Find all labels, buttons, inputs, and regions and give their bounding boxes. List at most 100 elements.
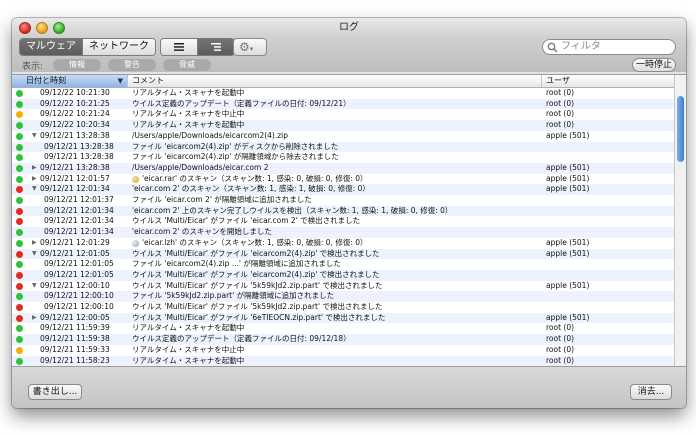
status-green-icon — [16, 143, 23, 151]
cell-comment: リアルタイム・スキャナを中止中 — [132, 344, 245, 354]
cell-time: 09/12/21 12:01:57 — [40, 173, 110, 183]
tree-list-button[interactable] — [197, 39, 234, 55]
status-red-icon — [16, 271, 23, 279]
table-row[interactable]: ▼ 09/12/21 12:01:34 'eicar.com 2' のスキャン（スキ… — [12, 184, 674, 195]
cell-user: root (0) — [546, 323, 575, 333]
cell-time: 09/12/21 13:28:38 — [40, 162, 110, 172]
cell-user: root (0) — [546, 109, 575, 119]
cell-time: 09/12/21 12:00:05 — [40, 312, 110, 322]
log-table: 日付と時刻 ▼ コメント ユーザ 09/12/22 10:21:30 リアルタイム… — [12, 74, 686, 367]
table-row[interactable]: 09/12/22 10:20:34 リアルタイム・スキャナを起動中 root (0) — [12, 120, 674, 131]
disclosure-open-icon[interactable]: ▼ — [32, 184, 37, 195]
disclosure-closed-icon[interactable]: ▶ — [32, 174, 37, 185]
cell-time: 09/12/22 10:21:24 — [40, 109, 110, 119]
cell-time: 09/12/21 12:01:37 — [44, 195, 114, 204]
filter-info-button[interactable]: 情報 — [53, 59, 101, 71]
status-red-icon — [16, 304, 23, 311]
column-header-comment[interactable]: コメント — [128, 75, 542, 87]
cell-user: root (0) — [546, 334, 575, 344]
close-window-button[interactable] — [19, 22, 31, 34]
cell-time: 09/12/21 12:01:34 — [44, 227, 114, 237]
cell-comment: リアルタイム・スキャナを起動中 — [132, 88, 245, 97]
table-row[interactable]: 09/12/21 12:01:05 ファイル 'eicarcom2(4).zip … — [12, 259, 674, 270]
disclosure-closed-icon[interactable]: ▶ — [32, 313, 37, 324]
bottom-bar: 書き出し... 消去... — [12, 366, 686, 408]
cell-user: apple (501) — [546, 237, 590, 247]
view-segmented-control: マルウェア ネットワーク — [19, 38, 156, 56]
column-header-user[interactable]: ユーザ — [542, 75, 674, 87]
table-row[interactable]: 09/12/21 12:01:34 'eicar.com 2' のスキャンを開始し… — [12, 227, 674, 238]
column-label-time: 日付と時刻 — [26, 76, 66, 85]
filter-warning-button[interactable]: 警告 — [108, 59, 156, 71]
status-red-icon — [16, 218, 23, 226]
table-row[interactable]: ▼ 09/12/21 12:01:05 ウイルス 'Multi/Eicar' がファ… — [12, 248, 674, 260]
cell-comment: 'eicar.lzh' のスキャン（スキャン数: 1, 感染: 0, 破損: 0… — [142, 237, 368, 247]
table-row[interactable]: ▼ 09/12/21 13:28:38/Users/apple/Downloads… — [12, 131, 674, 142]
cell-comment: /Users/apple/Downloads/eicarcom2(4).zip — [132, 130, 289, 140]
title-bar: ログ — [12, 18, 686, 38]
table-row[interactable]: ▶ 09/12/21 12:01:57 'eicar.rar' のスキャン（スキャン… — [12, 174, 674, 185]
action-menu-button[interactable]: ⚙▾ — [233, 38, 267, 56]
filter-threat-button[interactable]: 脅威 — [163, 59, 211, 71]
status-green-icon — [16, 154, 23, 162]
list-mode-segmented-control — [160, 38, 235, 56]
table-row[interactable]: 09/12/21 12:00:10 ファイル '5k59kJd2.zip.part… — [12, 291, 674, 302]
status-green-icon — [16, 90, 23, 97]
scrollbar-thumb[interactable] — [677, 96, 684, 162]
cell-comment: ファイル 'eicarcom2(4).zip' が隔離領域から除去されました — [132, 152, 339, 162]
cell-time: 09/12/22 10:20:34 — [40, 120, 110, 130]
export-button[interactable]: 書き出し... — [28, 384, 82, 400]
cell-user: apple (501) — [546, 248, 590, 258]
cell-time: 09/12/21 13:28:38 — [44, 152, 114, 162]
clear-button[interactable]: 消去... — [630, 384, 672, 400]
table-row[interactable]: 09/12/21 12:01:37 ファイル 'eicar.com 2' が隔離領… — [12, 195, 674, 206]
filter-bar: 表示: 情報 警告 脅威 一時停止 — [12, 58, 686, 73]
cell-time: 09/12/21 12:01:34 — [40, 184, 110, 194]
cell-time: 09/12/21 12:01:29 — [40, 237, 110, 247]
cell-comment: 'eicar.com 2' のスキャンを開始しました — [132, 227, 272, 237]
table-row[interactable]: ▶ 09/12/21 12:01:29 'eicar.lzh' のスキャン（スキャン… — [12, 238, 674, 249]
disclosure-closed-icon[interactable]: ▶ — [32, 238, 37, 249]
column-header-time[interactable]: 日付と時刻 ▼ — [12, 75, 128, 87]
cell-comment: ファイル '5k59kJd2.zip.part' が隔離領域に追加されました — [132, 291, 335, 301]
cell-user: apple (501) — [546, 312, 590, 322]
list-icon — [174, 43, 184, 51]
disclosure-open-icon[interactable]: ▼ — [32, 131, 37, 142]
cell-time: 09/12/21 12:01:34 — [44, 205, 114, 215]
disclosure-open-icon[interactable]: ▼ — [32, 281, 37, 292]
cell-time: 09/12/21 11:59:39 — [40, 323, 110, 333]
status-green-icon — [16, 239, 23, 247]
table-row[interactable]: 09/12/21 11:59:33 リアルタイム・スキャナを中止中 root (0) — [12, 345, 674, 356]
table-row[interactable]: 09/12/21 12:00:10 ウイルス 'Multi/Eicar' がファイ… — [12, 302, 674, 313]
table-row[interactable]: 09/12/21 13:28:38 ファイル 'eicarcom2(4).zip'… — [12, 152, 674, 163]
status-yellow-icon — [16, 111, 23, 119]
table-row[interactable]: 09/12/21 12:01:34 'eicar.com 2' 上のスキャン完了し… — [12, 205, 674, 217]
tab-malware[interactable]: マルウェア — [20, 39, 82, 55]
table-row[interactable]: 09/12/22 10:21:25 ウイルス定義のアップデート（定義ファイルの日付… — [12, 98, 674, 110]
cell-comment: ウイルス 'Multi/Eicar' がファイル 'eicar.com 2' で… — [132, 216, 361, 226]
table-row[interactable]: 09/12/22 10:21:24 リアルタイム・スキャナを中止中 root (0) — [12, 109, 674, 120]
disclosure-closed-icon[interactable]: ▶ — [32, 163, 37, 174]
table-row[interactable]: 09/12/21 13:28:38 ファイル 'eicarcom2(4).zip'… — [12, 141, 674, 153]
minimize-window-button[interactable] — [36, 22, 48, 34]
table-row[interactable]: 09/12/21 11:58:23 リアルタイム・スキャナを起動中 root (0) — [12, 355, 674, 367]
status-red-icon — [16, 186, 23, 194]
flat-list-button[interactable] — [161, 39, 197, 55]
pause-button[interactable]: 一時停止 — [632, 58, 676, 72]
cell-comment: リアルタイム・スキャナを起動中 — [132, 323, 245, 333]
status-green-icon — [16, 164, 23, 172]
table-row[interactable]: ▶ 09/12/21 13:28:38/Users/apple/Downloads… — [12, 162, 674, 174]
search-placeholder: フィルタ — [561, 41, 601, 52]
table-row[interactable]: 09/12/21 11:59:38 ウイルス定義のアップデート（定義ファイルの日付… — [12, 334, 674, 345]
zoom-window-button[interactable] — [53, 22, 65, 34]
vertical-scrollbar[interactable] — [674, 75, 686, 367]
table-row[interactable]: 09/12/21 12:01:34 ウイルス 'Multi/Eicar' がファイ… — [12, 216, 674, 227]
disclosure-open-icon[interactable]: ▼ — [32, 249, 37, 260]
table-row[interactable]: ▶ 09/12/21 12:00:05 ウイルス 'Multi/Eicar' がファ… — [12, 312, 674, 324]
search-field[interactable]: フィルタ — [542, 39, 676, 55]
table-row[interactable]: 09/12/21 11:59:39 リアルタイム・スキャナを起動中 root (0) — [12, 323, 674, 334]
table-row[interactable]: ▼ 09/12/21 12:00:10 ウイルス 'Multi/Eicar' がファ… — [12, 281, 674, 292]
table-row[interactable]: 09/12/22 10:21:30 リアルタイム・スキャナを起動中 root (0) — [12, 88, 674, 99]
tab-network[interactable]: ネットワーク — [82, 39, 155, 55]
table-row[interactable]: 09/12/21 12:01:05 ウイルス 'Multi/Eicar' がファイ… — [12, 269, 674, 281]
